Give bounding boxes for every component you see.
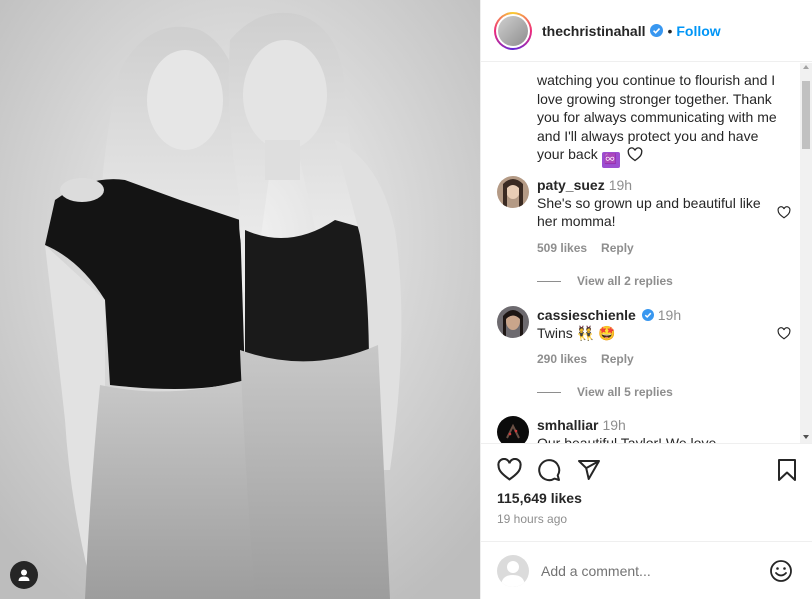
post-header: thechristinahall • Follow (481, 0, 812, 62)
comment-meta: 290 likes Reply (537, 352, 648, 366)
verified-badge-icon (641, 309, 654, 321)
caption-line: your back (537, 146, 598, 162)
comment-text: She's so grown up and beautiful like her… (537, 195, 761, 229)
verified-badge-icon (650, 24, 664, 37)
reply-button[interactable]: Reply (601, 352, 634, 366)
comments-scrollbar[interactable] (800, 63, 812, 443)
caption-partial-line (537, 63, 787, 71)
caption-line: watching you continue to flourish and I (537, 72, 776, 88)
post-details-pane: thechristinahall • Follow watching you c… (480, 0, 812, 599)
scroll-down-arrow-icon[interactable] (803, 435, 809, 439)
view-replies-button[interactable]: View all 5 replies (537, 385, 673, 399)
comment-likes[interactable]: 290 likes (537, 352, 587, 366)
view-replies-button[interactable]: View all 2 replies (537, 274, 673, 288)
infinity-emoji: ♾️ (601, 152, 620, 168)
comment-time: 19h (602, 417, 626, 433)
comment-meta: 509 likes Reply (537, 241, 648, 255)
post-timestamp: 19 hours ago (497, 512, 568, 526)
comment-likes[interactable]: 509 likes (537, 241, 587, 255)
share-icon[interactable] (577, 458, 601, 482)
commenter-avatar[interactable] (497, 306, 529, 338)
reply-button[interactable]: Reply (601, 241, 634, 255)
post-actions: 115,649 likes 19 hours ago (481, 443, 812, 551)
separator-dot: • (667, 22, 673, 39)
likes-count[interactable]: 115,649 likes (497, 490, 582, 506)
scrollbar-thumb[interactable] (802, 81, 810, 149)
author-username[interactable]: thechristinahall (542, 23, 645, 39)
view-replies-label: View all 2 replies (577, 274, 673, 288)
follow-button[interactable]: Follow (676, 23, 720, 39)
commenter-avatar[interactable] (497, 416, 529, 443)
add-comment-bar (481, 541, 812, 599)
comments-list[interactable]: watching you continue to flourish and I … (481, 63, 812, 443)
comment-text: Our beautiful Taylor! We love... (537, 435, 728, 443)
caption-line: you for always communicating with me (537, 109, 777, 125)
caption-line: love growing stronger together. Thank (537, 90, 772, 107)
commenter-avatar[interactable] (497, 176, 529, 208)
author-avatar[interactable] (494, 11, 532, 50)
comment-input[interactable] (541, 562, 761, 579)
commenter-username[interactable]: cassieschienle (537, 307, 636, 323)
user-tag-button[interactable] (10, 561, 38, 589)
emoji-icon[interactable] (769, 559, 793, 583)
commenter-username[interactable]: paty_suez (537, 177, 605, 193)
bookmark-icon[interactable] (777, 458, 797, 482)
comment-like-icon[interactable] (777, 327, 791, 340)
caption-like-icon[interactable] (627, 147, 643, 162)
post-photo[interactable] (0, 0, 480, 599)
comment-text: Twins 👯 🤩 (537, 325, 616, 341)
comment-time: 19h (608, 177, 633, 193)
user-tag-icon (18, 569, 30, 581)
heart-icon[interactable] (497, 458, 522, 481)
post-caption: watching you continue to flourish and I … (537, 63, 787, 168)
scroll-up-arrow-icon[interactable] (803, 65, 809, 69)
caption-line: and I'll always protect you and have (537, 127, 759, 144)
comment-time: 19h (657, 307, 682, 323)
comment-like-icon[interactable] (777, 206, 791, 219)
current-user-avatar (497, 554, 529, 587)
comment-icon[interactable] (537, 458, 561, 482)
view-replies-label: View all 5 replies (577, 385, 673, 399)
photo-image (0, 0, 480, 599)
commenter-username[interactable]: smhalliar (537, 417, 598, 433)
